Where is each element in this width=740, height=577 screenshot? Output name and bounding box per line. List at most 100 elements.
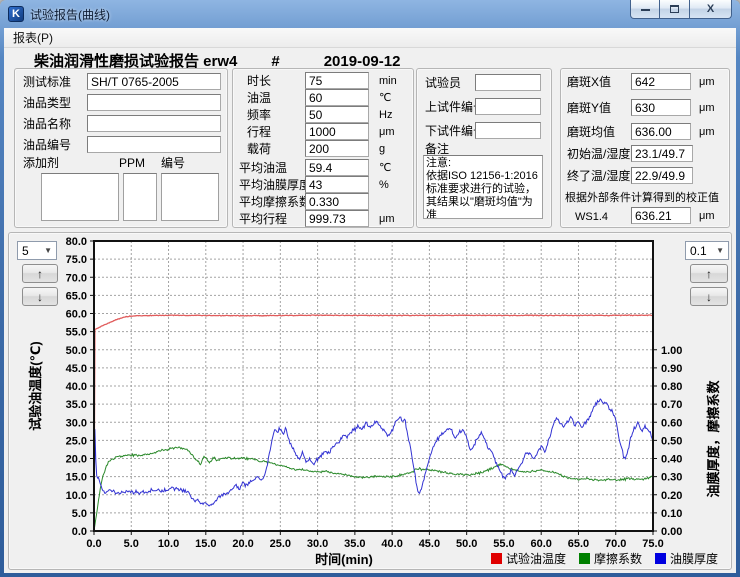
svg-text:80.0: 80.0 [66,236,87,248]
test-standard-field[interactable] [87,73,221,90]
minimize-button[interactable] [630,0,660,19]
duration-field[interactable] [305,72,369,89]
load-field[interactable] [305,140,369,157]
additive-number-list[interactable] [161,173,219,221]
svg-text:45.0: 45.0 [66,363,87,375]
unit-label: μm [699,74,715,91]
remark-textarea[interactable]: 注意: 依据ISO 12156-1:2016标准要求进行的试验，其结果以"磨斑均… [423,155,543,219]
avg-oil-temp-field[interactable] [305,159,369,176]
unit-label: ℃ [379,160,391,177]
svg-text:0.60: 0.60 [661,417,682,429]
film-legend-swatch [655,553,666,564]
unit-label: μm [699,100,715,117]
app-icon: K [8,6,24,22]
title-bar[interactable]: K 试验报告(曲线) X [0,0,740,28]
right-axis-title: 油膜厚度，摩擦系数 [703,309,719,569]
wear-mean-field[interactable] [631,123,691,140]
ppm-header: PPM [119,155,145,171]
field-label: 测试标准 [23,74,71,90]
svg-text:5.0: 5.0 [72,508,87,520]
field-label: 磨斑Y值 [567,100,611,116]
field-label: 初始温/湿度 [567,146,630,162]
stroke-field[interactable] [305,123,369,140]
avg-friction-field[interactable] [305,193,369,210]
maximize-button[interactable] [660,0,690,19]
svg-text:0.0: 0.0 [72,526,87,538]
oil-type-field[interactable] [87,94,221,111]
upper-specimen-field[interactable] [475,98,541,115]
menu-report[interactable]: 报表(P) [4,28,62,48]
svg-text:70.0: 70.0 [66,272,87,284]
svg-text:75.0: 75.0 [642,538,663,550]
x-axis-title: 时间(min) [279,549,409,568]
field-label: 平均油温 [239,160,287,176]
svg-text:1.00: 1.00 [661,345,682,357]
oil-temp-field[interactable] [305,89,369,106]
field-label: 油品编号 [23,137,71,153]
final-temp-humidity-field[interactable] [631,167,693,184]
ws14-field[interactable] [631,207,691,224]
unit-label: g [379,141,385,158]
temperature-legend-swatch [491,553,502,564]
menu-bar: 报表(P) [4,28,736,48]
legend-label: 试验油温度 [506,550,566,567]
svg-text:20.0: 20.0 [66,454,87,466]
svg-text:10.0: 10.0 [158,538,179,550]
avg-film-field[interactable] [305,176,369,193]
avg-stroke-field[interactable] [305,210,369,227]
svg-text:25.0: 25.0 [66,435,87,447]
svg-text:40.0: 40.0 [66,381,87,393]
lower-specimen-field[interactable] [475,122,541,139]
frequency-field[interactable] [305,106,369,123]
initial-temp-humidity-field[interactable] [631,145,693,162]
field-label: 平均摩擦系数 [239,194,311,210]
field-label: 行程 [247,124,271,140]
sample-panel: 测试标准 油品类型 油品名称 油品编号 添加剂 PPM 编号 [14,68,228,228]
window-title: 试验报告(曲线) [30,6,110,23]
tester-field[interactable] [475,74,541,91]
oil-name-field[interactable] [87,115,221,132]
svg-text:20.0: 20.0 [232,538,253,550]
ppm-list[interactable] [123,173,157,221]
field-label: 油品类型 [23,95,71,111]
field-label: 磨斑X值 [567,74,611,90]
svg-text:30.0: 30.0 [66,417,87,429]
field-label: 油品名称 [23,116,71,132]
field-label: 时长 [247,73,271,89]
unit-label: μm [699,208,715,225]
field-label: 油温 [247,90,271,106]
field-label: 终了温/湿度 [567,168,630,184]
svg-text:60.0: 60.0 [66,309,87,321]
close-button[interactable]: X [690,0,732,19]
unit-label: μm [379,211,395,228]
svg-text:0.0: 0.0 [86,538,101,550]
svg-text:65.0: 65.0 [66,290,87,302]
svg-text:0.80: 0.80 [661,381,682,393]
additive-list[interactable] [41,173,119,221]
svg-text:50.0: 50.0 [456,538,477,550]
maximize-icon [670,5,679,13]
svg-text:0.00: 0.00 [661,526,682,538]
field-label: 载荷 [247,141,271,157]
field-label: 平均行程 [239,211,287,227]
wear-x-field[interactable] [631,73,691,90]
field-label: 试验员 [425,75,461,91]
svg-text:75.0: 75.0 [66,254,87,266]
info-panel: 试验员 上试件编号 下试件编号 备注 注意: 依据ISO 12156-1:201… [416,68,552,228]
number-header: 编号 [161,155,185,171]
legend-label: 摩擦系数 [594,550,642,567]
unit-label: μm [379,124,395,141]
svg-text:55.0: 55.0 [493,538,514,550]
svg-text:0.10: 0.10 [661,508,682,520]
svg-text:0.40: 0.40 [661,454,682,466]
friction-legend-swatch [579,553,590,564]
parameters-panel: 时长 min 油温 ℃ 频率 Hz 行程 μm 载荷 g 平均油温 ℃ 平均油膜… [232,68,414,228]
app-window: K 试验报告(曲线) X 报表(P) 柴油润滑性磨损试验报告 erw4 # 20… [0,0,740,577]
unit-label: ℃ [379,90,391,107]
oil-number-field[interactable] [87,136,221,153]
results-panel: 磨斑X值 μm 磨斑Y值 μm 磨斑均值 μm 初始温/湿度 终了温/湿度 根据… [560,68,730,228]
wear-y-field[interactable] [631,99,691,116]
ws14-label: WS1.4 [575,209,608,225]
svg-text:0.30: 0.30 [661,472,682,484]
svg-text:0.90: 0.90 [661,363,682,375]
